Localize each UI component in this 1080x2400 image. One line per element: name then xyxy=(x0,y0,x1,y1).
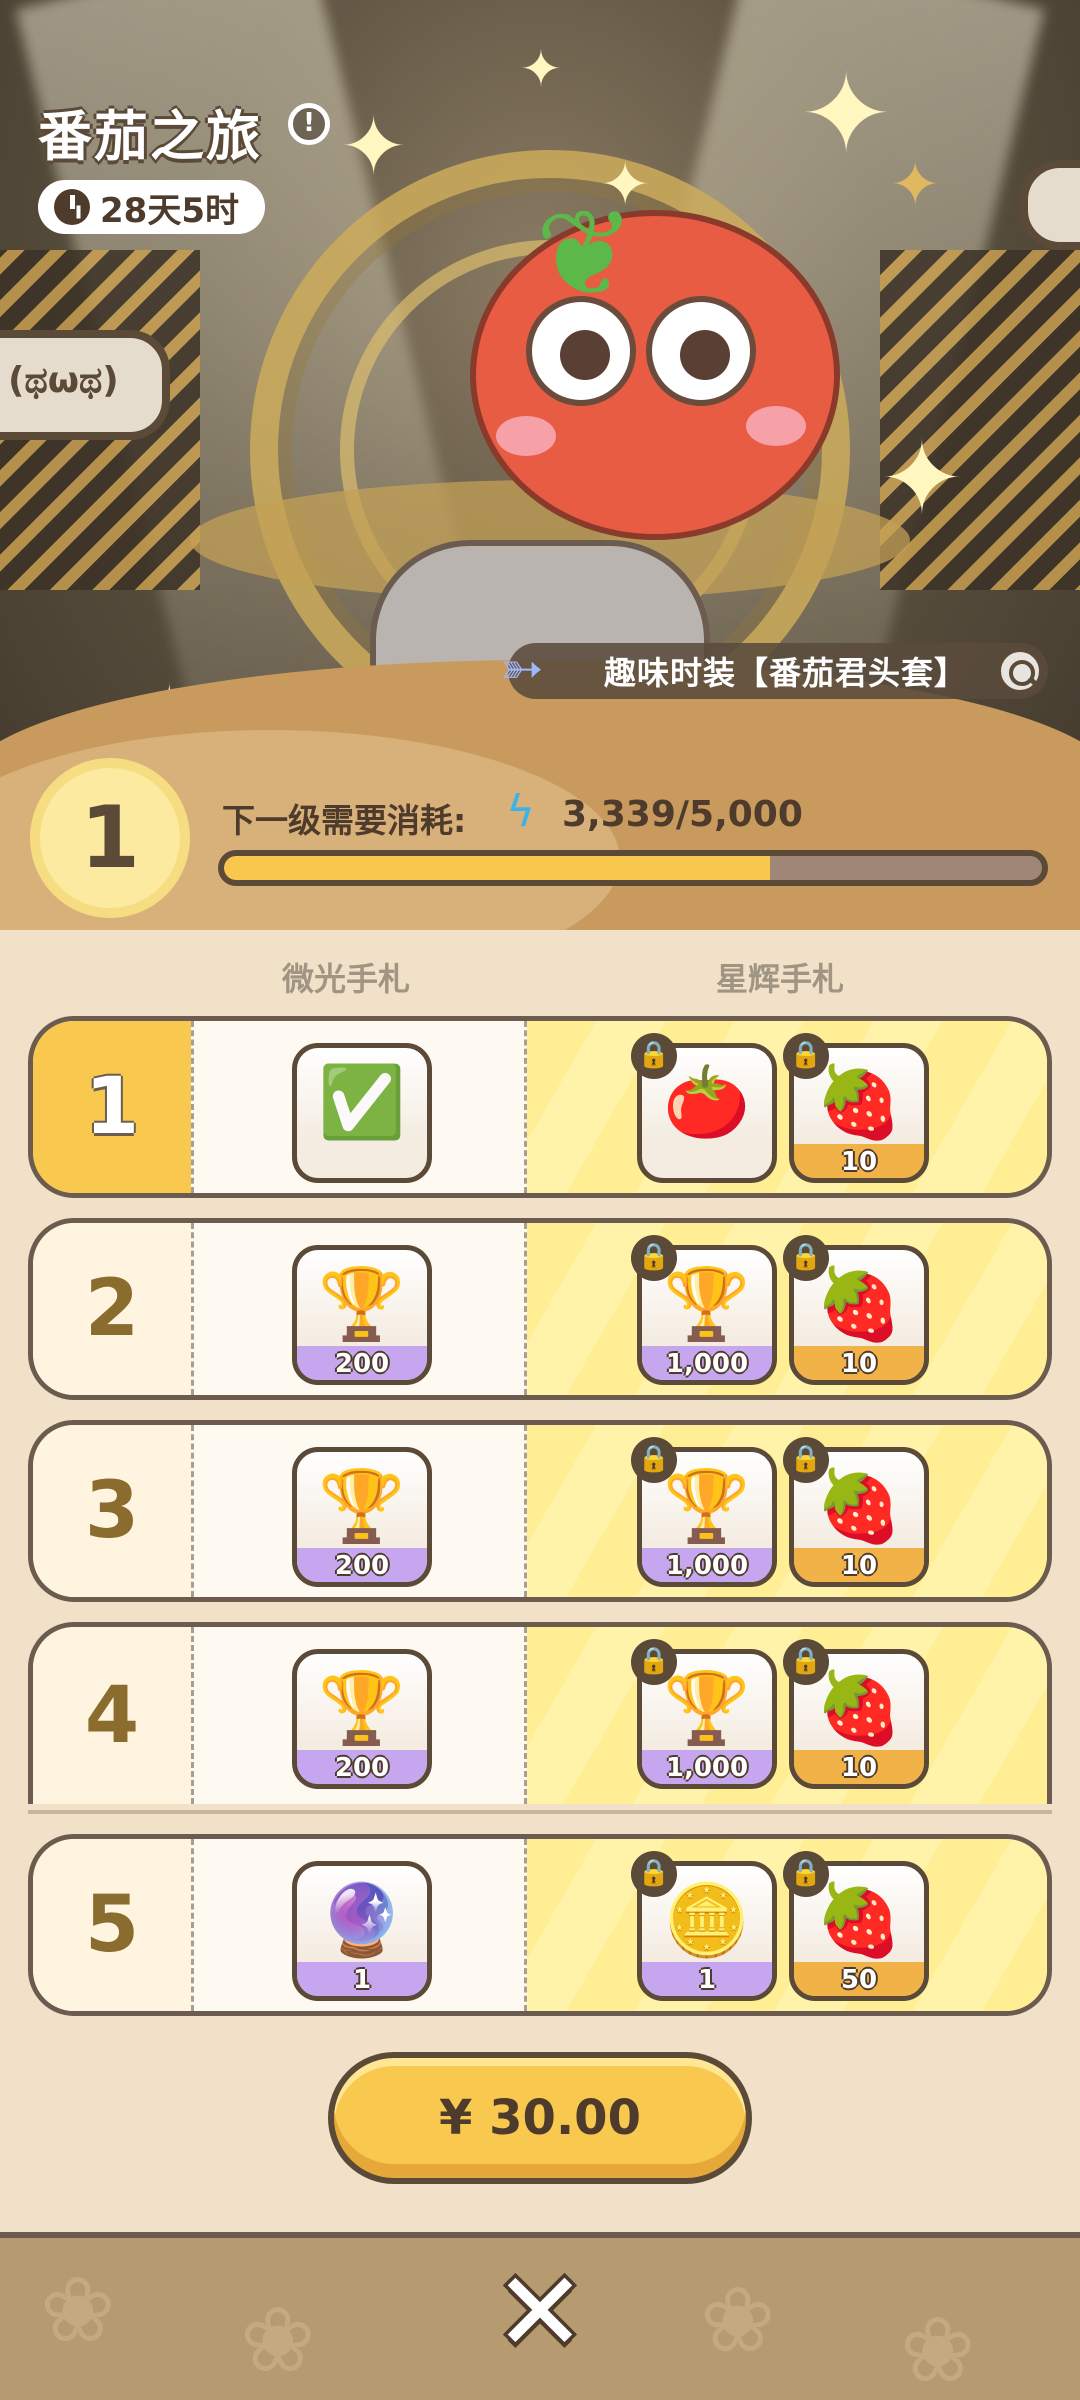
lock-icon: 🔒 xyxy=(783,1639,829,1685)
reward-item[interactable]: 🔮 1 xyxy=(292,1861,432,2001)
lock-icon: 🔒 xyxy=(783,1437,829,1483)
reward-quantity: 1 xyxy=(697,1965,717,1995)
chat-bubble-text: (ಥωಥ) xyxy=(8,360,119,401)
paid-reward-cell: 🍅 🔒 🍓 10 🔒 xyxy=(527,1021,1047,1193)
chat-bubble-right xyxy=(1020,160,1080,250)
eye-icon xyxy=(646,296,756,406)
lock-icon: 🔒 xyxy=(631,1033,677,1079)
paid-track-header: 星辉手札 xyxy=(716,960,845,998)
event-timer: 28天5时 xyxy=(38,180,265,234)
reward-quantity: 200 xyxy=(334,1753,390,1783)
paid-reward-cell: 🏆 1,000 🔒 🍓 10 🔒 xyxy=(527,1223,1047,1395)
row-level-cell: 5 xyxy=(33,1839,191,2011)
tomato-character-head xyxy=(470,210,840,540)
sparkle-icon: ✦ xyxy=(800,50,893,178)
row-level-number: 5 xyxy=(84,1880,140,1970)
reward-row: 5 🔮 1 🪙 1 🔒 🍓 50 🔒 xyxy=(28,1834,1052,2016)
paw-pattern-icon: ❀ xyxy=(900,2298,976,2400)
costume-preview-label[interactable]: ➳ 趣味时装【番茄君头套】 xyxy=(500,639,1048,699)
reward-quantity: 200 xyxy=(334,1349,390,1379)
sparkle-icon: ✦ xyxy=(890,150,941,220)
paid-reward-cell: 🪙 1 🔒 🍓 50 🔒 xyxy=(527,1839,1047,2011)
row-level-cell: 1 xyxy=(33,1021,191,1193)
golden-trophy-icon: 🏆 xyxy=(318,1263,406,1345)
reward-item[interactable]: 🏆 200 xyxy=(292,1245,432,1385)
next-level-label: 下一级需要消耗: xyxy=(222,801,467,840)
reward-item[interactable]: ✅ xyxy=(292,1043,432,1183)
reward-quantity: 50 xyxy=(840,1965,878,1995)
tomato-leaf-icon: ❦ xyxy=(535,185,636,324)
lock-icon: 🔒 xyxy=(631,1437,677,1483)
free-reward-cell: 🔮 1 xyxy=(191,1839,527,2011)
row-level-cell: 2 xyxy=(33,1223,191,1395)
tomato-wreath-badge-icon: ✅ xyxy=(318,1061,406,1143)
reward-quantity: 10 xyxy=(840,1551,878,1581)
row-level-number: 2 xyxy=(84,1264,140,1354)
sparkle-icon: ✦ xyxy=(880,420,964,537)
lock-icon: 🔒 xyxy=(783,1033,829,1079)
paid-reward-cell: 🏆 1,000 🔒 🍓 10 🔒 xyxy=(527,1627,1047,1804)
row-level-cell: 4 xyxy=(33,1627,191,1804)
divider xyxy=(28,1810,1052,1814)
level-badge: 1 xyxy=(30,758,190,918)
reward-row: 3 🏆 200 🏆 1,000 🔒 🍓 10 🔒 xyxy=(28,1420,1052,1602)
lock-icon: 🔒 xyxy=(783,1235,829,1281)
lightning-icon: ϟ xyxy=(506,786,536,837)
reward-quantity: 200 xyxy=(334,1551,390,1581)
free-reward-cell: 🏆 200 xyxy=(191,1627,527,1804)
reward-quantity: 10 xyxy=(840,1147,878,1177)
cheek xyxy=(746,406,806,446)
cheek xyxy=(496,416,556,456)
sparkle-icon: ✦ xyxy=(340,100,408,193)
costume-name: 趣味时装【番茄君头套】 xyxy=(604,654,968,692)
info-icon[interactable]: ! xyxy=(288,103,330,145)
level-number: 1 xyxy=(80,788,140,888)
free-reward-cell: 🏆 200 xyxy=(191,1425,527,1597)
sparkle-icon: ✦ xyxy=(520,40,562,98)
paid-reward-cell: 🏆 1,000 🔒 🍓 10 🔒 xyxy=(527,1425,1047,1597)
golden-trophy-icon: 🏆 xyxy=(318,1667,406,1749)
free-reward-cell: ✅ xyxy=(191,1021,527,1193)
close-icon[interactable]: ✕ xyxy=(490,2257,590,2367)
lock-icon: 🔒 xyxy=(783,1851,829,1897)
reward-row: 2 🏆 200 🏆 1,000 🔒 🍓 10 🔒 xyxy=(28,1218,1052,1400)
magic-fruit-icon: 🔮 xyxy=(318,1879,406,1961)
paw-pattern-icon: ❀ xyxy=(700,2268,776,2373)
clock-icon xyxy=(54,189,90,225)
level-progress-fill xyxy=(224,856,771,880)
reward-quantity: 1,000 xyxy=(665,1551,749,1581)
reward-quantity: 1,000 xyxy=(665,1753,749,1783)
reward-item[interactable]: 🏆 200 xyxy=(292,1649,432,1789)
reward-item[interactable]: 🏆 200 xyxy=(292,1447,432,1587)
lock-icon: 🔒 xyxy=(631,1235,677,1281)
reward-row: 4 🏆 200 🏆 1,000 🔒 🍓 10 🔒 xyxy=(28,1622,1052,1804)
page-title: 番茄之旅 xyxy=(38,105,262,168)
reward-row: 1 ✅ 🍅 🔒 🍓 10 🔒 xyxy=(28,1016,1052,1198)
reward-quantity: 1,000 xyxy=(665,1349,749,1379)
reward-quantity: 1 xyxy=(352,1965,372,1995)
row-level-number: 1 xyxy=(84,1062,140,1152)
magnifier-icon[interactable] xyxy=(998,649,1042,693)
paw-pattern-icon: ❀ xyxy=(40,2258,116,2363)
golden-trophy-icon: 🏆 xyxy=(318,1465,406,1547)
lock-icon: 🔒 xyxy=(631,1851,677,1897)
sparkle-ticket-icon: ➳ xyxy=(500,639,544,699)
chat-bubble-left: (ಥωಥ) xyxy=(0,330,170,440)
level-progress-bar xyxy=(218,850,1048,886)
progress-text: 3,339/5,000 xyxy=(562,794,803,835)
row-level-cell: 3 xyxy=(33,1425,191,1597)
row-level-number: 3 xyxy=(84,1466,140,1556)
row-level-number: 4 xyxy=(84,1670,140,1761)
paw-pattern-icon: ❀ xyxy=(240,2288,316,2393)
free-reward-cell: 🏆 200 xyxy=(191,1223,527,1395)
free-track-header: 微光手札 xyxy=(282,960,411,998)
lock-icon: 🔒 xyxy=(631,1639,677,1685)
hero-banner: ✦ ✦ ✦ ✦ ✦ ✦ ✦ (ಥωಥ) ❦ 番茄之旅 ! 28天5时 ➳ 趣味时… xyxy=(0,0,1080,930)
reward-quantity: 10 xyxy=(840,1349,878,1379)
reward-quantity: 10 xyxy=(840,1753,878,1783)
purchase-button[interactable]: ¥ 30.00 xyxy=(328,2052,752,2184)
timer-text: 28天5时 xyxy=(100,190,239,231)
